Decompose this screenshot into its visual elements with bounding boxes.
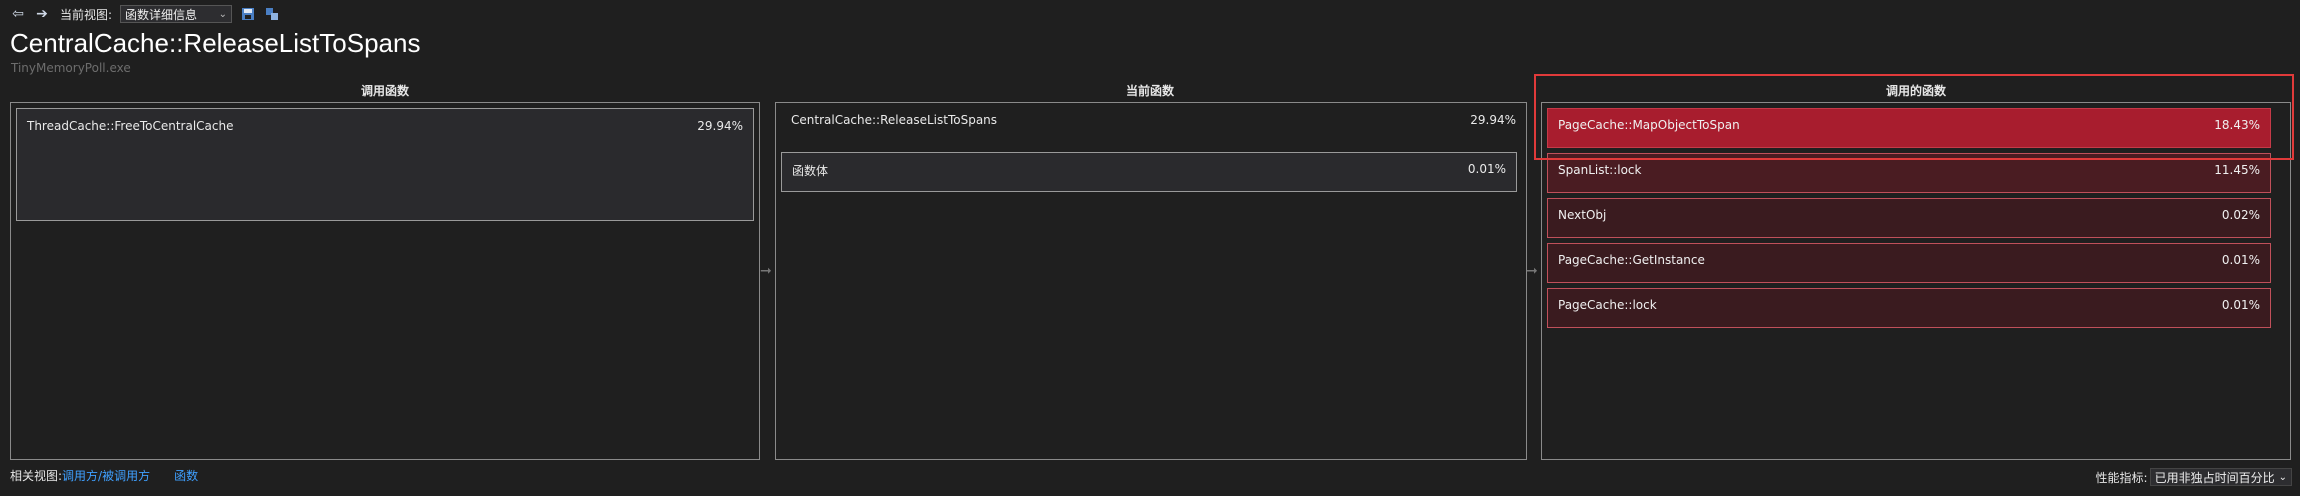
chevron-down-icon: ⌄ (2278, 471, 2287, 483)
function-body-box[interactable]: 函数体 0.01% (781, 152, 1517, 192)
current-function-pct: 29.94% (1470, 113, 1516, 127)
metric-selector: 性能指标: 已用非独占时间百分比 ⌄ (2096, 468, 2292, 486)
related-views-label: 相关视图: (10, 469, 63, 483)
callee-name: NextObj (1558, 208, 1607, 222)
callee-pct: 0.02% (2221, 208, 2260, 222)
view-select[interactable]: 函数详细信息 ⌄ (120, 5, 233, 23)
share-icon[interactable] (264, 6, 280, 22)
process-name: TinyMemoryPoll.exe (11, 61, 131, 75)
caller-pct: 29.94% (697, 119, 743, 133)
callee-name: PageCache::GetInstance (1558, 253, 1705, 267)
save-icon[interactable] (240, 6, 256, 22)
callees-column-title: 调用的函数 (1885, 84, 1946, 98)
toolbar: ⇦ ➔ 当前视图: 函数详细信息 ⌄ (10, 4, 280, 24)
callees-panel: PageCache::MapObjectToSpan 18.43% SpanLi… (1541, 102, 2291, 460)
forward-arrow-icon[interactable]: ➔ (34, 6, 50, 22)
current-column-title: 当前函数 (1125, 84, 1174, 98)
callee-pct: 11.45% (2214, 163, 2260, 177)
callee-item[interactable]: SpanList::lock 11.45% (1547, 153, 2271, 193)
callee-item[interactable]: NextObj 0.02% (1547, 198, 2271, 238)
callee-pct: 0.01% (2221, 253, 2260, 267)
back-arrow-icon[interactable]: ⇦ (10, 6, 26, 22)
view-label: 当前视图: (60, 7, 113, 22)
callers-column-title: 调用函数 (360, 84, 409, 98)
function-body-name: 函数体 (792, 164, 829, 178)
current-function-name: CentralCache::ReleaseListToSpans (791, 113, 998, 127)
flow-arrow-icon: ➞ (760, 263, 772, 279)
callee-name: PageCache::MapObjectToSpan (1558, 118, 1740, 132)
caller-name: ThreadCache::FreeToCentralCache (27, 119, 234, 133)
flow-arrow-icon: ➞ (1526, 263, 1538, 279)
callee-pct: 18.43% (2214, 118, 2260, 132)
page-title: CentralCache::ReleaseListToSpans (10, 28, 421, 58)
callee-name: SpanList::lock (1558, 163, 1642, 177)
callee-pct: 0.01% (2221, 298, 2260, 312)
callee-item[interactable]: PageCache::MapObjectToSpan 18.43% (1547, 108, 2271, 148)
caller-box[interactable]: ThreadCache::FreeToCentralCache 29.94% (16, 108, 754, 221)
callee-item[interactable]: PageCache::GetInstance 0.01% (1547, 243, 2271, 283)
chevron-down-icon: ⌄ (218, 8, 228, 20)
metric-label: 性能指标: (2095, 470, 2148, 485)
callers-callees-link[interactable]: 调用方/被调用方 (62, 467, 150, 484)
callee-name: PageCache::lock (1558, 298, 1657, 312)
functions-link[interactable]: 函数 (174, 467, 198, 484)
callee-item[interactable]: PageCache::lock 0.01% (1547, 288, 2271, 328)
current-panel: CentralCache::ReleaseListToSpans 29.94% … (775, 102, 1527, 460)
related-views: 相关视图: 调用方/被调用方 函数 (10, 467, 198, 484)
function-body-pct: 0.01% (1467, 162, 1506, 176)
callers-panel: ThreadCache::FreeToCentralCache 29.94% (10, 102, 760, 460)
metric-value: 已用非独占时间百分比 (2154, 470, 2275, 485)
view-select-value: 函数详细信息 (125, 7, 198, 22)
metric-select[interactable]: 已用非独占时间百分比 ⌄ (2149, 468, 2292, 486)
